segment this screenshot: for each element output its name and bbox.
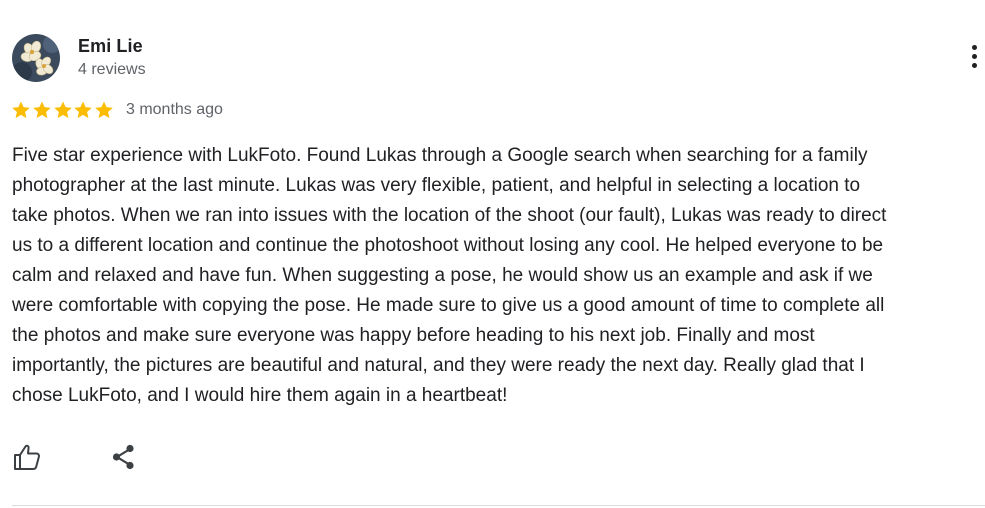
review-text-line: us to a different location and continue … xyxy=(12,235,884,256)
review-text-line: take photos. When we ran into issues wit… xyxy=(12,205,887,226)
star-rating xyxy=(11,100,115,120)
review-actions xyxy=(12,442,139,472)
avatar[interactable] xyxy=(12,34,60,82)
review-text-line: calm and relaxed and have fun. When sugg… xyxy=(12,265,873,286)
star-icon xyxy=(95,101,113,119)
more-vert-icon-dot xyxy=(971,45,977,50)
review-text-line: chose LukFoto, and I would hire them aga… xyxy=(12,385,508,406)
review-text: Five star experience with LukFoto. Found… xyxy=(12,141,985,411)
divider xyxy=(12,505,985,506)
star-icon xyxy=(12,101,30,119)
star-icon xyxy=(53,101,72,119)
star-icon xyxy=(74,101,93,119)
review-card: Emi Lie 4 reviews 3 months ago Five star… xyxy=(0,0,985,508)
thumb-up-icon[interactable] xyxy=(12,442,42,472)
star-icon xyxy=(33,101,51,119)
more-vert-icon-dot xyxy=(971,63,977,68)
more-vert-icon-dot xyxy=(971,54,977,59)
review-date: 3 months ago xyxy=(125,101,223,118)
share-icon[interactable] xyxy=(109,442,139,472)
more-options-button[interactable] xyxy=(962,43,985,73)
avatar-image xyxy=(12,34,60,82)
review-text-line: were comfortable with copying the pose. … xyxy=(12,295,885,316)
rating-row: 3 months ago xyxy=(11,98,223,122)
review-count[interactable]: 4 reviews xyxy=(78,61,146,79)
review-text-line: photographer at the last minute. Lukas w… xyxy=(12,175,861,196)
reviewer-name[interactable]: Emi Lie xyxy=(78,36,143,57)
review-text-line: importantly, the pictures are beautiful … xyxy=(12,355,865,376)
review-text-line: the photos and make sure everyone was ha… xyxy=(12,325,815,346)
review-text-line: Five star experience with LukFoto. Found… xyxy=(12,145,868,166)
